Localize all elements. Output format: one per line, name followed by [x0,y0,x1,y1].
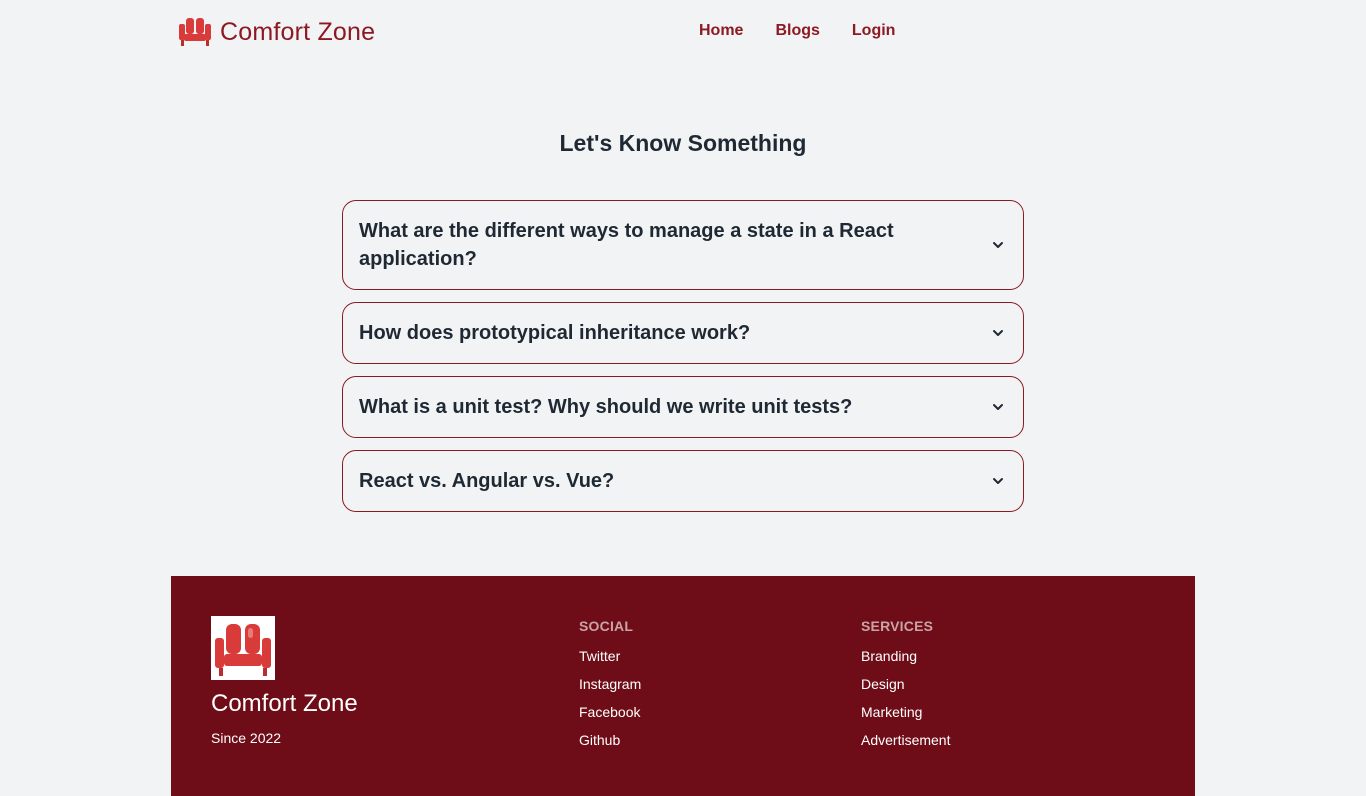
footer-link-marketing[interactable]: Marketing [861,704,950,732]
nav-blogs-link[interactable]: Blogs [775,22,819,40]
brand-name: Comfort Zone [220,17,376,46]
chevron-down-icon [993,404,1003,410]
footer-logo [211,616,275,680]
armchair-icon [215,624,271,676]
chevron-down-icon [993,242,1003,248]
footer-link-twitter[interactable]: Twitter [579,648,641,676]
main-nav: Home Blogs Login [699,22,895,40]
footer-link-design[interactable]: Design [861,676,950,704]
faq-question: How does prototypical inheritance work? [359,322,751,344]
nav-home-link[interactable]: Home [699,22,743,40]
chevron-down-icon [993,478,1003,484]
faq-question: What are the different ways to manage a … [359,220,894,270]
site-footer: Comfort Zone Since 2022 SOCIAL Twitter I… [171,576,1195,796]
footer-link-instagram[interactable]: Instagram [579,676,641,704]
faq-item-state-management[interactable]: What are the different ways to manage a … [342,200,1024,290]
site-header: Comfort Zone Home Blogs Login [0,0,1366,66]
brand-link[interactable]: Comfort Zone [178,14,375,50]
footer-link-branding[interactable]: Branding [861,648,950,676]
faq-item-prototypical-inheritance[interactable]: How does prototypical inheritance work? [342,302,1024,364]
faq-question: React vs. Angular vs. Vue? [359,470,615,492]
footer-link-advertisement[interactable]: Advertisement [861,732,950,760]
footer-services-column: SERVICES Branding Design Marketing Adver… [861,618,950,760]
nav-login-link[interactable]: Login [852,22,896,40]
footer-link-facebook[interactable]: Facebook [579,704,641,732]
chevron-down-icon [993,330,1003,336]
page-title: Let's Know Something [559,130,807,156]
faq-item-unit-test[interactable]: What is a unit test? Why should we write… [342,376,1024,438]
footer-social-column: SOCIAL Twitter Instagram Facebook Github [579,618,641,760]
footer-link-github[interactable]: Github [579,732,641,760]
faq-question: What is a unit test? Why should we write… [359,396,853,418]
footer-social-heading: SOCIAL [579,618,634,634]
footer-brand-name: Comfort Zone [211,690,358,717]
armchair-icon [179,18,211,46]
footer-since-text: Since 2022 [211,730,282,746]
footer-services-heading: SERVICES [861,618,934,634]
faq-item-frameworks[interactable]: React vs. Angular vs. Vue? [342,450,1024,512]
